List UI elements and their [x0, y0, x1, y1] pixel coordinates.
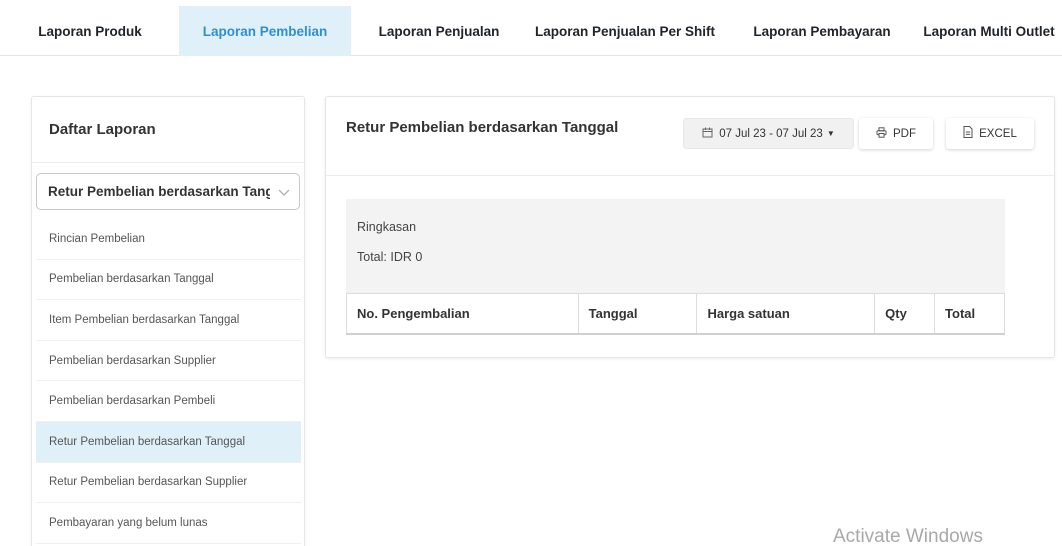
- report-tabs: Laporan Produk Laporan Pembelian Laporan…: [0, 6, 1062, 56]
- sidebar-item-pembayaran-belum-lunas[interactable]: Pembayaran yang belum lunas: [36, 503, 301, 544]
- summary-total: Total: IDR 0: [357, 250, 423, 264]
- sidebar-item-retur-pembelian-tanggal[interactable]: Retur Pembelian berdasarkan Tanggal: [36, 421, 301, 463]
- table-header-row: No. Pengembalian Tanggal Harga satuan Qt…: [346, 293, 1005, 335]
- report-card: Retur Pembelian berdasarkan Tanggal 07 J…: [325, 96, 1055, 358]
- sidebar-item-retur-pembelian-supplier[interactable]: Retur Pembelian berdasarkan Supplier: [36, 463, 301, 504]
- sidebar-item-item-pembelian-tanggal[interactable]: Item Pembelian berdasarkan Tanggal: [36, 300, 301, 341]
- tab-laporan-produk[interactable]: Laporan Produk: [16, 6, 164, 56]
- report-list-card: Daftar Laporan Retur Pembelian berdasark…: [31, 96, 305, 546]
- col-tanggal[interactable]: Tanggal: [577, 293, 698, 335]
- pdf-button[interactable]: PDF: [859, 118, 933, 149]
- sidebar-title: Daftar Laporan: [32, 97, 304, 163]
- tab-laporan-penjualan-per-shift[interactable]: Laporan Penjualan Per Shift: [527, 6, 723, 56]
- tab-laporan-multi-outlet[interactable]: Laporan Multi Outlet: [916, 6, 1062, 56]
- date-range-picker[interactable]: 07 Jul 23 - 07 Jul 23 ▼: [683, 118, 854, 149]
- report-title: Retur Pembelian berdasarkan Tanggal: [346, 119, 619, 136]
- tab-laporan-penjualan[interactable]: Laporan Penjualan: [365, 6, 513, 56]
- sidebar-item-pembelian-pembeli[interactable]: Pembelian berdasarkan Pembeli: [36, 381, 301, 422]
- sidebar-item-pembelian-supplier[interactable]: Pembelian berdasarkan Supplier: [36, 341, 301, 382]
- summary-box: Ringkasan Total: IDR 0: [346, 199, 1005, 293]
- summary-title: Ringkasan: [357, 220, 417, 234]
- caret-down-icon: ▼: [826, 129, 835, 138]
- report-type-select-value: Retur Pembelian berdasarkan Tanggal: [48, 184, 270, 199]
- sidebar-item-rincian-pembelian[interactable]: Rincian Pembelian: [36, 219, 301, 260]
- printer-icon: [876, 126, 893, 141]
- file-icon: [963, 126, 979, 141]
- report-list: Rincian Pembelian Pembelian berdasarkan …: [36, 219, 301, 544]
- excel-button[interactable]: EXCEL: [946, 118, 1034, 149]
- tab-laporan-pembelian[interactable]: Laporan Pembelian: [179, 6, 351, 56]
- col-no-pengembalian[interactable]: No. Pengembalian: [346, 293, 579, 335]
- col-qty[interactable]: Qty: [874, 293, 936, 335]
- chevron-down-icon: [277, 185, 291, 199]
- pdf-label: PDF: [893, 127, 916, 140]
- report-type-select[interactable]: Retur Pembelian berdasarkan Tanggal: [36, 173, 300, 210]
- excel-label: EXCEL: [979, 127, 1017, 140]
- calendar-icon: [702, 127, 719, 141]
- tab-laporan-pembayaran[interactable]: Laporan Pembayaran: [738, 6, 906, 56]
- col-total[interactable]: Total: [934, 293, 1005, 335]
- date-range-value: 07 Jul 23 - 07 Jul 23: [719, 127, 823, 140]
- returns-table: No. Pengembalian Tanggal Harga satuan Qt…: [346, 293, 1005, 335]
- activate-windows-watermark: Activate Windows: [833, 526, 983, 546]
- col-harga-satuan[interactable]: Harga satuan: [696, 293, 876, 335]
- sidebar-item-pembelian-tanggal[interactable]: Pembelian berdasarkan Tanggal: [36, 260, 301, 301]
- report-header: Retur Pembelian berdasarkan Tanggal 07 J…: [326, 97, 1054, 176]
